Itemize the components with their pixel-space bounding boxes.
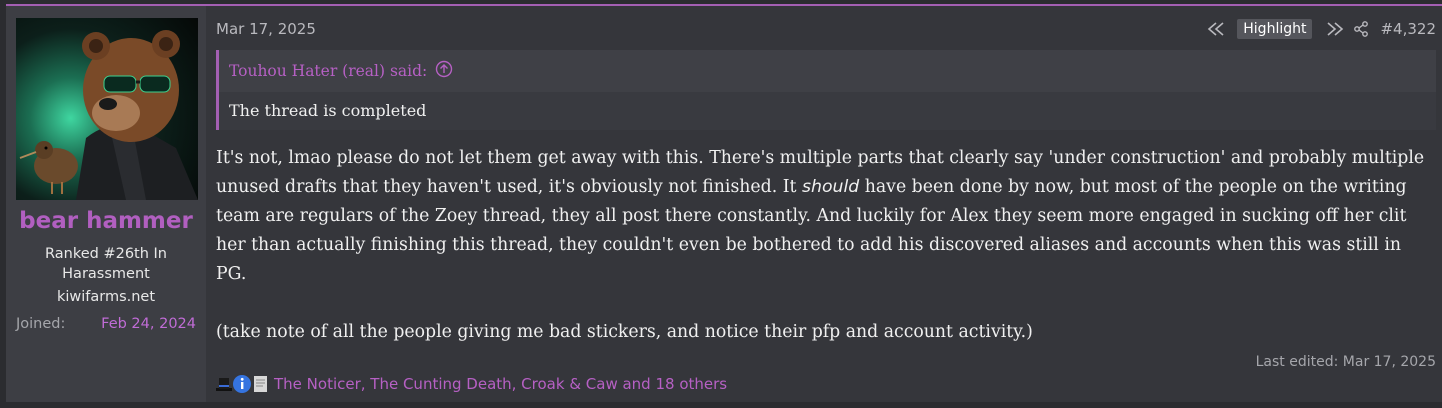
user-panel: bear hammer Ranked #26th In Harassment k… [6, 6, 206, 402]
reactions-bar[interactable]: The Noticer, The Cunting Death, Croak & … [214, 374, 727, 394]
username[interactable]: bear hammer [6, 208, 206, 234]
quote-block: Touhou Hater (real) said: The thread is … [216, 50, 1436, 130]
forum-post: bear hammer Ranked #26th In Harassment k… [6, 4, 1442, 402]
fast-forward-icon[interactable] [1322, 18, 1348, 40]
highlight-button[interactable]: Highlight [1237, 19, 1313, 39]
quote-text: The thread is completed [219, 92, 1436, 130]
rewind-icon[interactable] [1203, 18, 1229, 40]
bear-avatar-image [19, 30, 198, 200]
top-hat-icon [214, 374, 234, 394]
message-paragraph-2: (take note of all the people giving me b… [216, 322, 1033, 342]
avatar[interactable] [16, 18, 198, 200]
message-paragraph: It's not, lmao please do not let them ge… [216, 144, 1436, 289]
user-title: Ranked #26th In Harassment [45, 246, 167, 282]
jump-up-icon[interactable] [435, 60, 453, 82]
quote-author[interactable]: Touhou Hater (real) said: [229, 62, 427, 80]
message-emphasis: should [801, 177, 860, 197]
joined-label: Joined: [16, 316, 66, 332]
quote-header[interactable]: Touhou Hater (real) said: [229, 60, 453, 82]
post-number[interactable]: #4,322 [1380, 20, 1436, 38]
joined-value: Feb 24, 2024 [101, 316, 196, 332]
post-message: It's not, lmao please do not let them ge… [216, 144, 1436, 347]
reaction-users[interactable]: The Noticer, The Cunting Death, Croak & … [274, 375, 727, 393]
share-icon[interactable] [1348, 18, 1374, 40]
user-site: kiwifarms.net [56, 289, 156, 305]
informative-icon [232, 374, 252, 394]
post-date[interactable]: Mar 17, 2025 [216, 20, 316, 38]
last-edited: Last edited: Mar 17, 2025 [1255, 354, 1436, 370]
paper-icon [250, 374, 270, 394]
post-actions: Highlight #4,322 [1203, 18, 1436, 40]
